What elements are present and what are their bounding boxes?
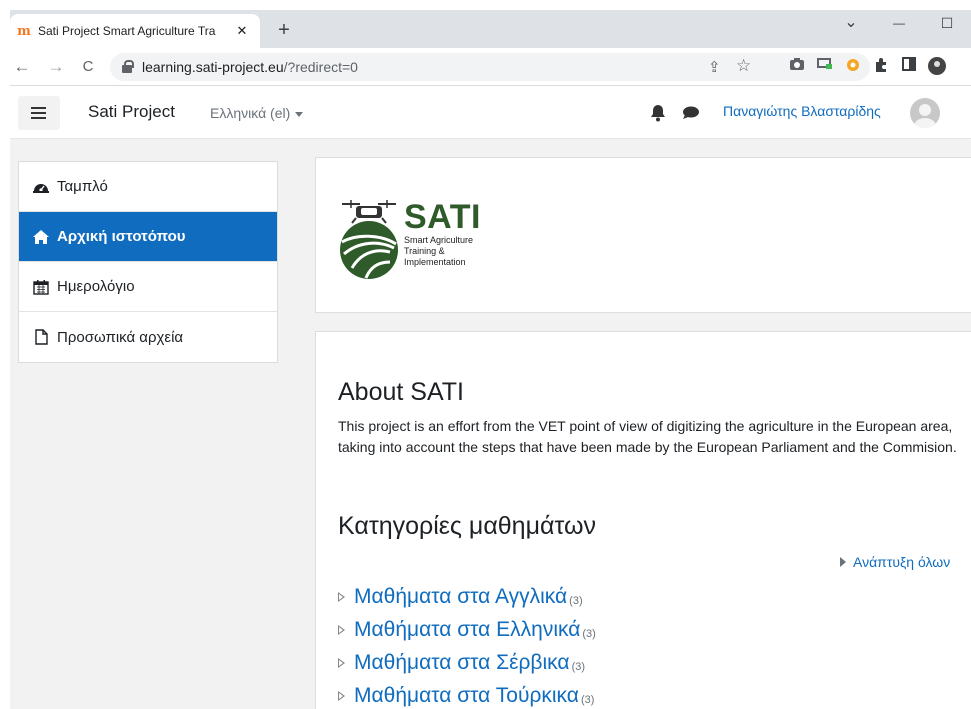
url-host: learning.sati-project.eu [142,59,284,75]
category-count: (3) [580,693,595,706]
category-link[interactable]: Μαθήματα στα Τούρκικα [354,684,579,708]
screenshot-extension-icon[interactable] [788,57,806,75]
url-text: learning.sati-project.eu/?redirect=0 [142,59,358,75]
expand-triangle-icon[interactable] [338,690,345,701]
about-text: This project is an effort from the VET p… [338,418,957,455]
language-label: Ελληνικά (el) [210,105,291,121]
lock-icon [122,60,134,73]
category-count: (3) [571,660,586,673]
category-item[interactable]: Μαθήματα στα Αγγλικά (3) [338,580,596,613]
minimize-button[interactable]: — [876,10,922,42]
url-path: /?redirect=0 [283,59,358,75]
cast-extension-icon[interactable] [816,57,834,75]
category-link[interactable]: Μαθήματα στα Ελληνικά [354,618,580,642]
expand-triangle-icon[interactable] [338,657,345,668]
triangle-right-icon [840,557,846,567]
content-card: About SATI This project is an effort fro… [315,331,971,709]
logo-title: SATI [404,198,481,236]
drawer-toggle-button[interactable] [18,96,60,130]
new-tab-button[interactable]: + [272,18,296,42]
category-item[interactable]: Μαθήματα στα Ελληνικά (3) [338,613,596,646]
user-name-link[interactable]: Παναγιώτης Βλασταρίδης [723,103,881,119]
site-brand-link[interactable]: Sati Project [88,102,175,122]
tab-close-icon[interactable]: ✕ [234,23,250,39]
address-bar[interactable]: learning.sati-project.eu/?redirect=0 ⇪ ☆ [110,53,870,81]
user-avatar[interactable] [910,98,940,128]
file-icon [33,329,49,345]
menu-icon [31,107,46,109]
share-icon[interactable]: ⇪ [708,58,721,76]
reload-button[interactable]: C [78,58,98,75]
drawer-item-label: Προσωπικά αρχεία [57,328,184,346]
drawer-item-calendar[interactable]: Ημερολόγιο [19,262,277,312]
category-item[interactable]: Μαθήματα στα Σέρβικα (3) [338,646,596,679]
expand-triangle-icon[interactable] [338,591,345,602]
drawer-item-label: Αρχική ιστοτόπου [57,228,186,245]
categories-heading: Κατηγορίες μαθημάτων [338,512,596,540]
back-button[interactable]: ← [12,57,32,77]
drawer-item-private-files[interactable]: Προσωπικά αρχεία [19,312,277,362]
dashboard-icon [33,179,49,195]
maximize-button[interactable]: ☐ [924,10,970,42]
profile-avatar-icon[interactable] [928,57,946,75]
moodle-favicon-icon: m [17,23,31,39]
tab-title: Sati Project Smart Agriculture Tra [38,24,216,38]
side-panel-icon[interactable] [900,57,918,75]
category-link[interactable]: Μαθήματα στα Αγγλικά [354,585,567,609]
screen: m Sati Project Smart Agriculture Tra ✕ +… [10,10,971,709]
puzzle-extensions-icon[interactable] [872,57,890,75]
logo-line-2: Training & [404,246,445,256]
sati-logo: SATI Smart Agriculture Training & Implem… [336,192,506,282]
nav-drawer: Ταμπλό Αρχική ιστοτόπου Ημερολόγιο Προσω… [18,161,278,363]
calendar-icon [33,279,49,295]
home-icon [33,229,49,245]
page-body: Ταμπλό Αρχική ιστοτόπου Ημερολόγιο Προσω… [10,140,971,709]
notifications-bell-icon[interactable] [650,104,666,122]
category-list: Μαθήματα στα Αγγλικά (3) Μαθήματα στα Ελλ… [338,580,596,709]
messages-chat-icon[interactable] [682,106,700,120]
drawer-item-label: Ημερολόγιο [57,278,135,295]
category-count: (3) [569,594,583,607]
drawer-item-dashboard[interactable]: Ταμπλό [19,162,277,212]
drawer-item-label: Ταμπλό [57,178,108,195]
tab-search-icon[interactable]: ⌄ [828,10,874,42]
logo-line-1: Smart Agriculture [404,235,474,245]
drawer-item-site-home[interactable]: Αρχική ιστοτόπου [19,212,277,262]
category-item[interactable]: Μαθήματα στα Τούρκικα (3) [338,679,596,709]
expand-triangle-icon[interactable] [338,624,345,635]
left-column: Ταμπλό Αρχική ιστοτόπου Ημερολόγιο Προσω… [10,140,298,709]
about-heading: About SATI [338,378,464,406]
bookmark-star-icon[interactable]: ☆ [736,56,751,76]
caret-down-icon [295,111,304,117]
gear-extension-icon[interactable] [844,57,862,75]
logo-card: SATI Smart Agriculture Training & Implem… [315,157,971,313]
browser-toolbar: ← → C learning.sati-project.eu/?redirect… [10,48,971,86]
browser-tab[interactable]: m Sati Project Smart Agriculture Tra ✕ [10,14,260,48]
category-count: (3) [582,627,596,640]
site-navbar: Sati Project Ελληνικά (el) Παναγιώτης Βλ… [10,87,971,139]
expand-all-label: Ανάπτυξη όλων [853,554,951,570]
browser-tabstrip: m Sati Project Smart Agriculture Tra ✕ +… [10,10,971,48]
forward-button[interactable]: → [46,57,66,77]
drone-field-logo-icon [340,200,398,279]
logo-line-3: Implementation [404,257,466,267]
expand-all-link[interactable]: Ανάπτυξη όλων [840,554,950,570]
logo-wordmark: SATI Smart Agriculture Training & Implem… [404,200,481,267]
main-column: SATI Smart Agriculture Training & Implem… [298,140,971,709]
language-menu[interactable]: Ελληνικά (el) [210,105,304,121]
category-link[interactable]: Μαθήματα στα Σέρβικα [354,651,570,675]
